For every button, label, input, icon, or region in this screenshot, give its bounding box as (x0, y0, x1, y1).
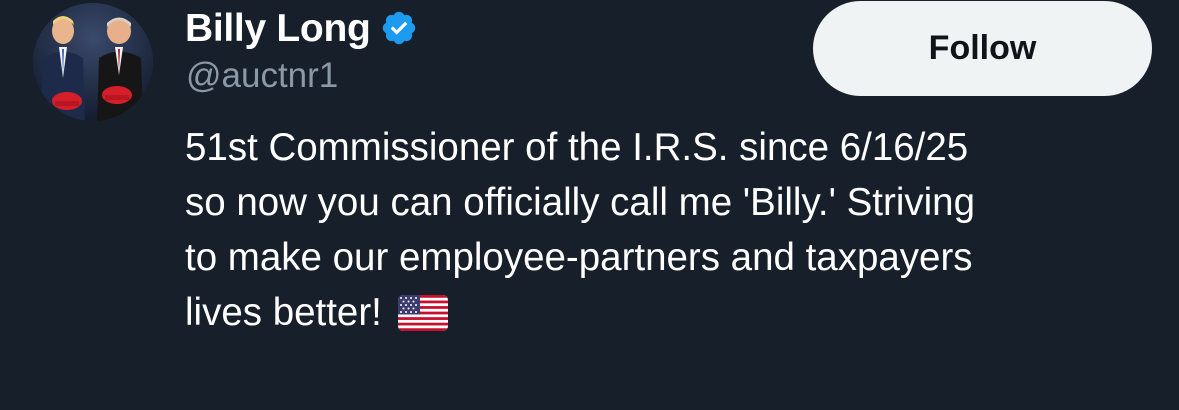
bio-line-last: lives better! (185, 285, 1160, 340)
user-handle[interactable]: @auctnr1 (186, 58, 338, 93)
verified-badge-icon[interactable] (380, 9, 418, 47)
display-name[interactable]: Billy Long (185, 9, 371, 48)
bio-line-text: lives better! (185, 291, 382, 334)
bio-line: to make our employee-partners and taxpay… (185, 236, 973, 279)
profile-bio: 51st Commissioner of the I.R.S. since 6/… (185, 120, 1160, 340)
us-flag-icon (397, 295, 448, 331)
profile-photo (33, 3, 153, 121)
name-row: Billy Long (185, 4, 418, 52)
bio-line: so now you can officially call me 'Billy… (185, 181, 976, 224)
profile-card: Billy Long @auctnr1 Follow 51st Commissi… (0, 0, 1179, 410)
bio-line: 51st Commissioner of the I.R.S. since 6/… (185, 126, 969, 169)
avatar[interactable] (33, 3, 153, 121)
follow-button[interactable]: Follow (813, 1, 1152, 96)
